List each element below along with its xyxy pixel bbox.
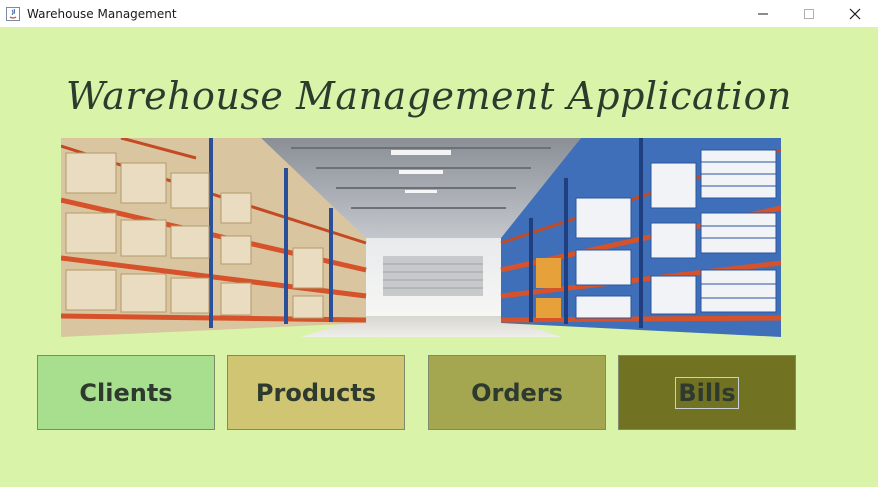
products-button[interactable]: Products	[227, 355, 405, 430]
window-controls	[740, 0, 878, 27]
clients-button[interactable]: Clients	[37, 355, 215, 430]
bills-button-label: Bills	[675, 376, 739, 409]
java-app-icon	[5, 6, 21, 22]
close-icon	[849, 8, 861, 19]
warehouse-banner-image	[61, 138, 781, 337]
minimize-button[interactable]	[740, 0, 786, 27]
close-button[interactable]	[832, 0, 878, 27]
maximize-button[interactable]	[786, 0, 832, 27]
products-button-label: Products	[255, 378, 377, 407]
maximize-icon	[804, 8, 814, 19]
bills-button[interactable]: Bills	[618, 355, 796, 430]
main-panel: Warehouse Management Application Clients…	[0, 27, 878, 487]
app-heading: Warehouse Management Application	[66, 74, 792, 118]
orders-button[interactable]: Orders	[428, 355, 606, 430]
window-title: Warehouse Management	[27, 6, 177, 21]
title-bar: Warehouse Management	[0, 0, 878, 27]
minimize-icon	[758, 13, 768, 14]
orders-button-label: Orders	[471, 378, 563, 407]
clients-button-label: Clients	[79, 378, 173, 407]
